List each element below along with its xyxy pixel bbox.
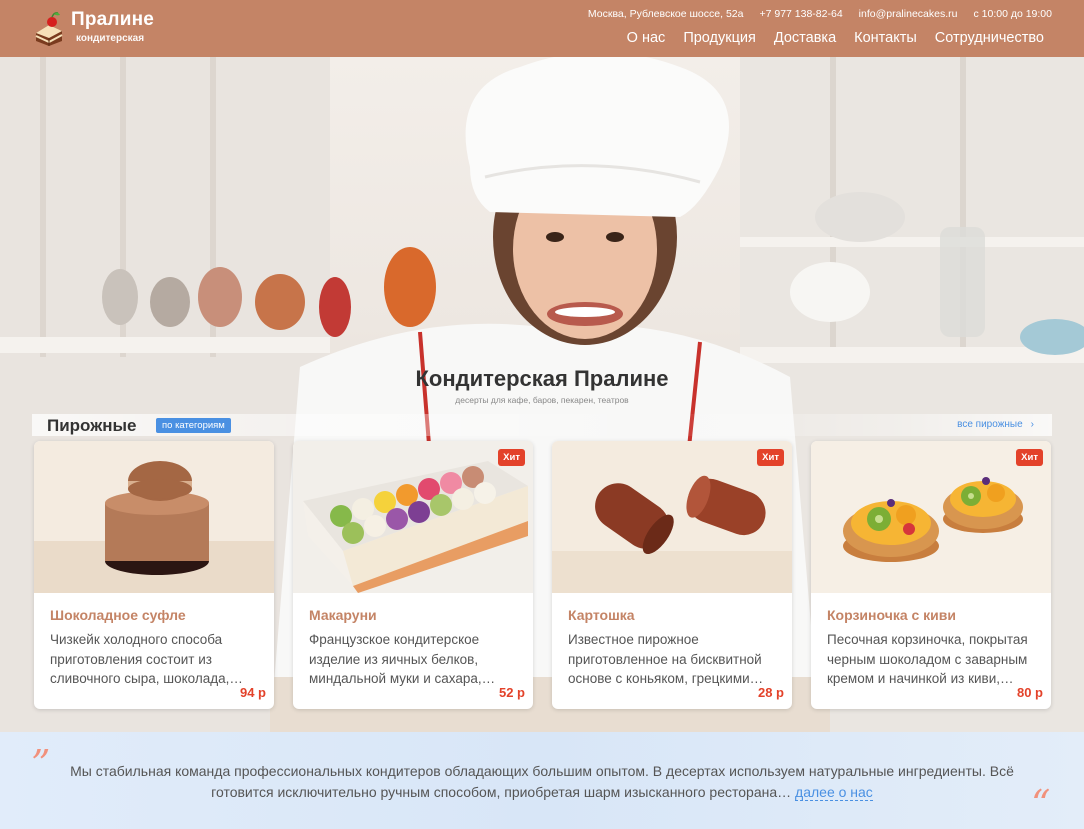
working-hours: с 10:00 до 19:00 <box>973 8 1052 20</box>
product-card[interactable]: Хит Картошка Известное пирожное приготов… <box>552 441 792 709</box>
contacts-bar: Москва, Рублевское шоссе, 52а +7 977 138… <box>588 8 1052 20</box>
main-nav: О нас Продукция Доставка Контакты Сотруд… <box>627 30 1044 46</box>
product-price: 94 р <box>239 685 266 700</box>
product-image: Хит <box>811 441 1051 593</box>
product-image: Хит <box>552 441 792 593</box>
categories-button[interactable]: по категориям <box>156 418 231 433</box>
close-quote-icon: “ <box>1031 782 1051 826</box>
nav-item-about[interactable]: О нас <box>627 30 666 46</box>
hero-banner: Кондитерская Пралине десерты для кафе, б… <box>0 57 1084 732</box>
hit-badge: Хит <box>757 449 784 466</box>
logo-subtitle: кондитерская <box>76 33 145 44</box>
hero-subtitle: десерты для кафе, баров, пекарен, театро… <box>455 395 629 405</box>
section-title: Пирожные <box>47 416 137 435</box>
product-card[interactable]: Хит Корзиночка с киви Песочная корзиночк… <box>811 441 1051 709</box>
product-description: Известное пирожное приготовленное на бис… <box>568 632 764 686</box>
section-header: Пирожные по категориям все пирожные › <box>32 414 1052 436</box>
nav-item-partnership[interactable]: Сотрудничество <box>935 30 1044 46</box>
product-price: 28 р <box>757 685 784 700</box>
product-name[interactable]: Шоколадное суфле <box>50 607 186 623</box>
hero-title: Кондитерская Пралине <box>415 366 669 391</box>
product-card[interactable]: Шоколадное суфле Чизкейк холодного спосо… <box>34 441 274 709</box>
address: Москва, Рублевское шоссе, 52а <box>587 8 744 20</box>
product-description: Чизкейк холодного способа приготовления … <box>50 632 243 686</box>
phone-link[interactable]: +7 977 138-82-64 <box>759 8 842 20</box>
logo-title: Пралине <box>71 9 155 30</box>
product-image: Хит <box>293 441 533 593</box>
product-name[interactable]: Макаруни <box>309 607 377 623</box>
product-image <box>34 441 274 593</box>
product-price: 52 р <box>498 685 525 700</box>
logo[interactable]: Пралине кондитерская <box>33 9 154 47</box>
all-cakes-label: все пирожные <box>957 419 1023 430</box>
email-link[interactable]: info@pralinecakes.ru <box>859 8 958 20</box>
about-text: Мы стабильная команда профессиональных к… <box>50 761 1034 802</box>
cake-logo-icon <box>33 11 65 47</box>
about-section: ” Мы стабильная команда профессиональных… <box>0 732 1084 829</box>
product-name[interactable]: Картошка <box>568 607 635 623</box>
nav-item-contacts[interactable]: Контакты <box>854 30 917 46</box>
nav-item-delivery[interactable]: Доставка <box>774 30 836 46</box>
hit-badge: Хит <box>498 449 525 466</box>
product-card[interactable]: Хит Макаруни Французское кондитерское из… <box>293 441 533 709</box>
product-description: Песочная корзиночка, покрытая черным шок… <box>827 632 1028 686</box>
product-name[interactable]: Корзиночка с киви <box>827 607 956 623</box>
chevron-right-icon: › <box>1030 419 1034 430</box>
about-more-link[interactable]: далее о нас <box>795 783 873 801</box>
nav-item-products[interactable]: Продукция <box>683 30 756 46</box>
hit-badge: Хит <box>1016 449 1043 466</box>
open-quote-icon: ” <box>31 742 51 786</box>
product-price: 80 р <box>1016 685 1043 700</box>
all-cakes-link[interactable]: все пирожные › <box>957 419 1034 430</box>
product-description: Французское кондитерское изделие из яичн… <box>309 632 496 686</box>
site-header: Пралине кондитерская Москва, Рублевское … <box>0 0 1084 57</box>
